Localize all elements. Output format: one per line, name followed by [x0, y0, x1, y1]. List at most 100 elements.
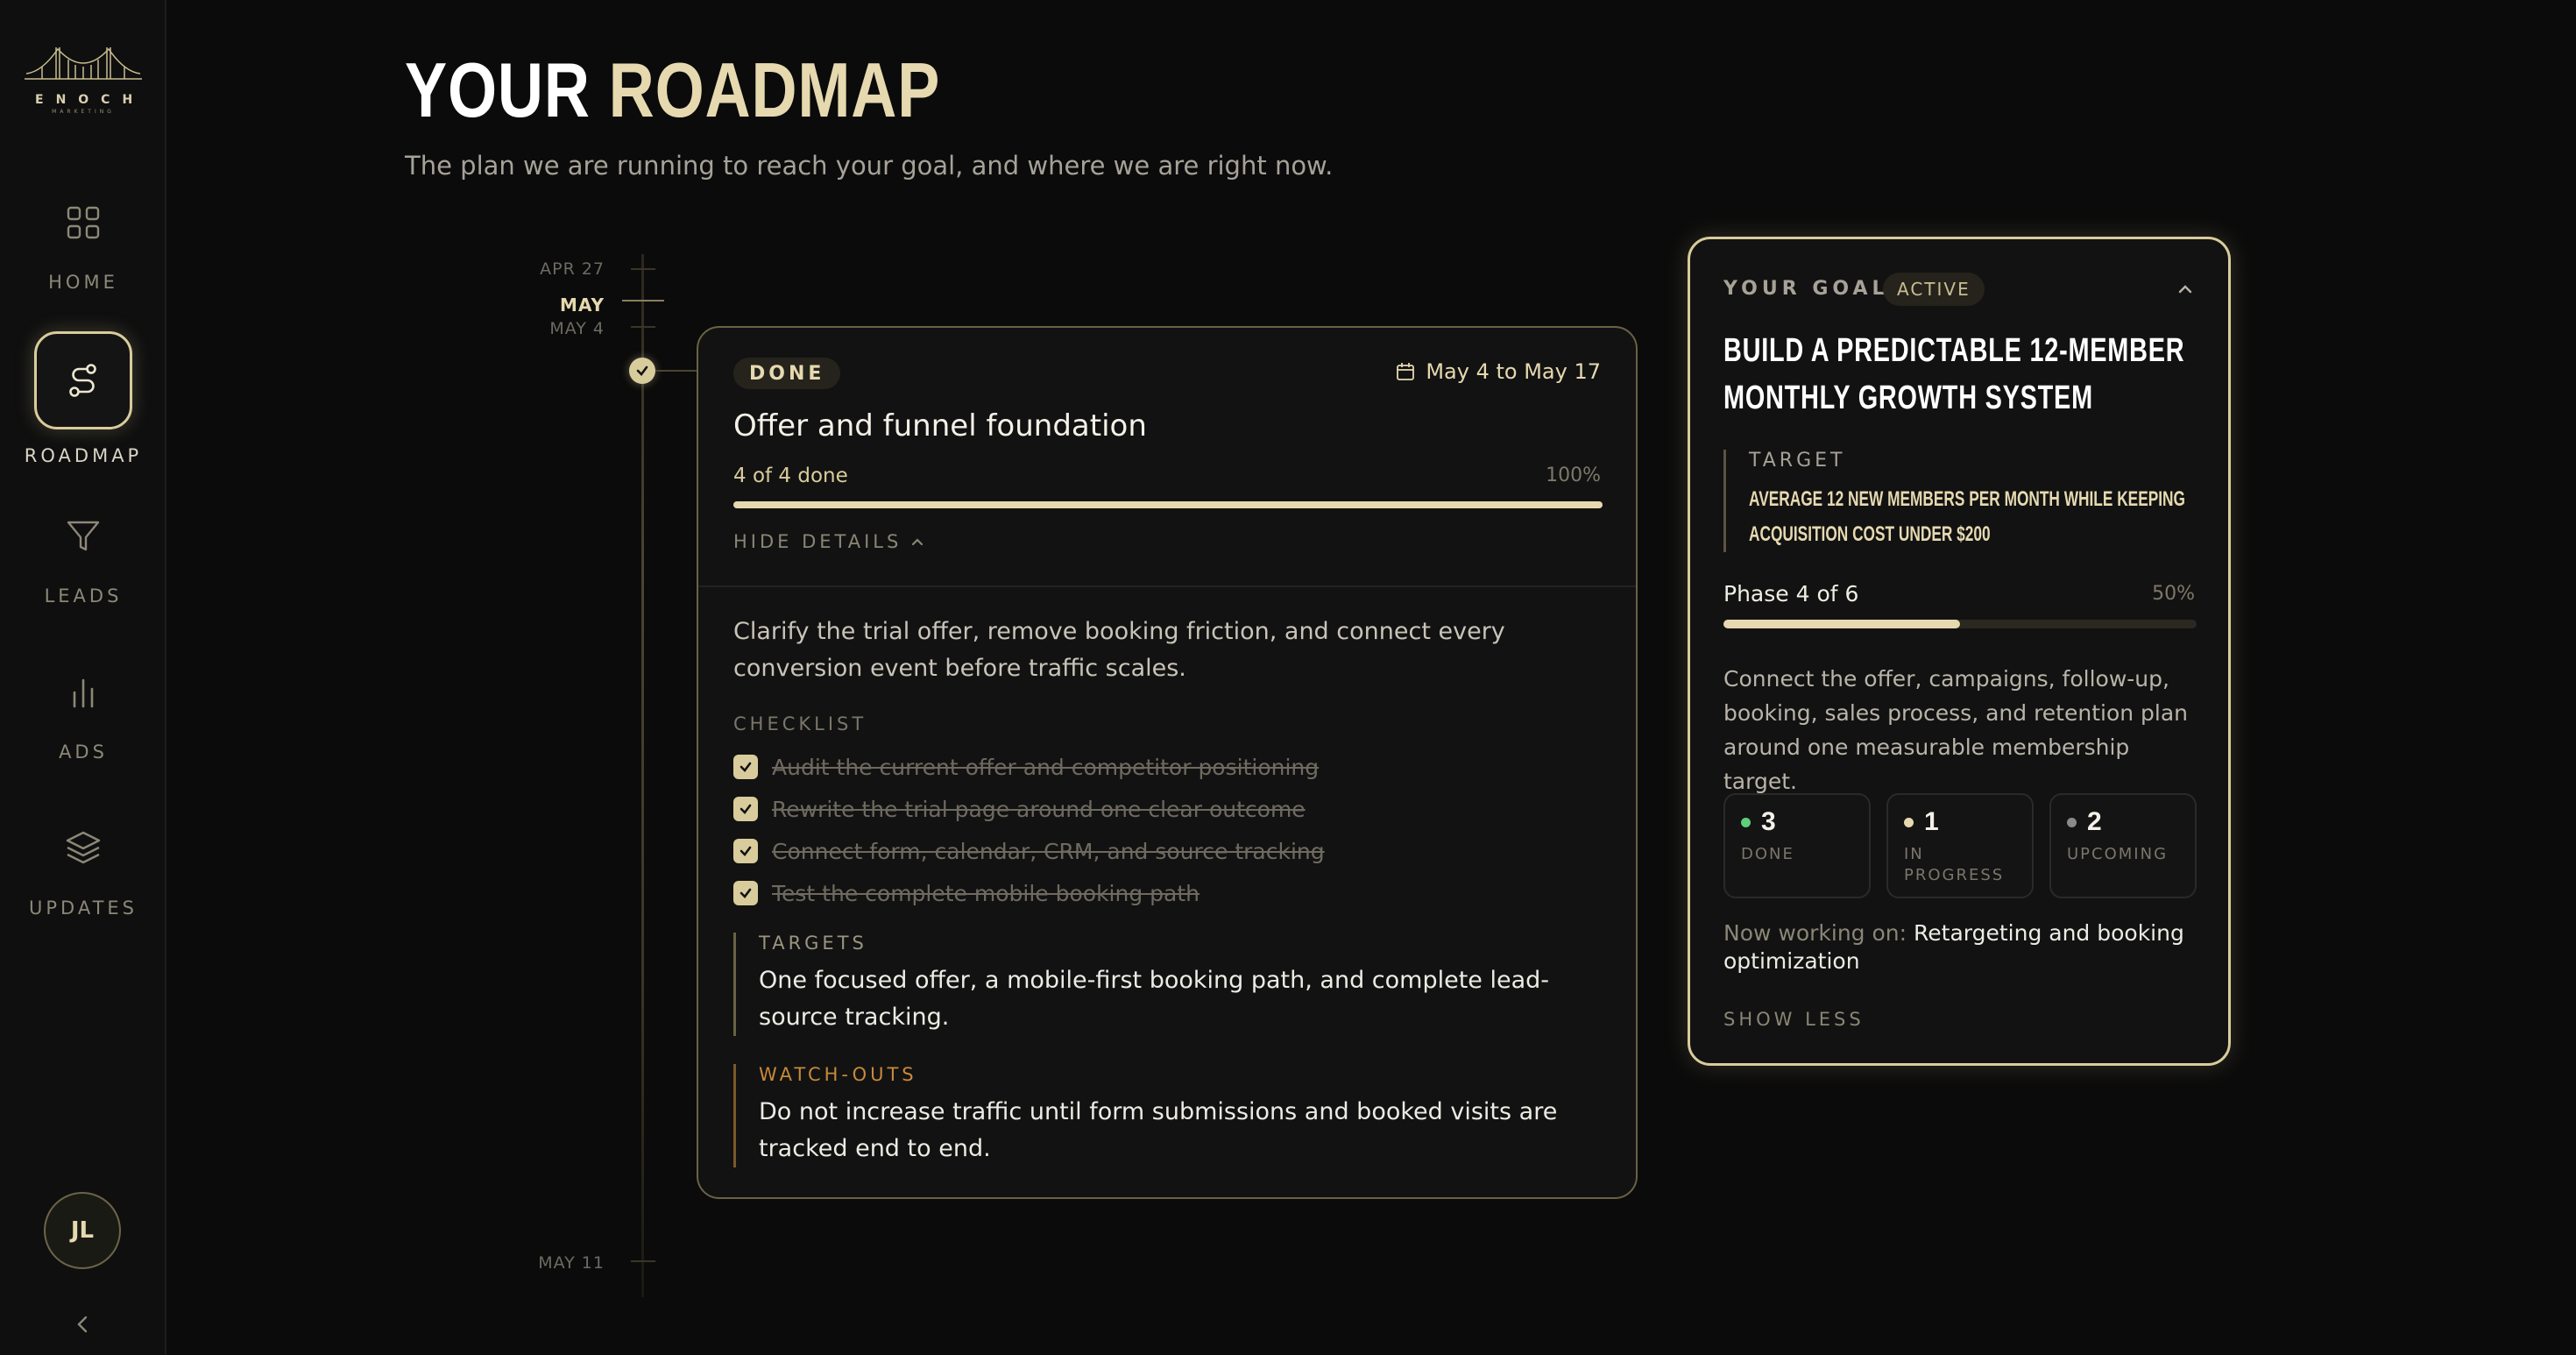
phase-progress-fill	[733, 501, 1603, 508]
stat-upcoming: 2 UPCOMING	[2049, 793, 2197, 898]
goal-progress-bar	[1723, 620, 2197, 628]
checklist-item[interactable]: Test the complete mobile booking path	[733, 880, 1200, 906]
checklist-item-text: Test the complete mobile booking path	[772, 880, 1200, 906]
stat-done: 3 DONE	[1723, 793, 1871, 898]
nav-updates-label: UPDATES	[29, 897, 138, 919]
stat-in-progress-value-row: 1	[1904, 807, 1939, 837]
stat-upcoming-value: 2	[2087, 807, 2102, 836]
phase-progress-percent: 100%	[1546, 465, 1601, 486]
timeline-line	[641, 254, 644, 1297]
chevron-up-icon	[2178, 285, 2192, 294]
goal-target-heading: TARGET	[1749, 450, 1846, 472]
stat-done-value-row: 3	[1741, 807, 1776, 837]
chevron-up-icon	[912, 538, 924, 546]
checkbox-checked-icon[interactable]	[733, 797, 758, 821]
nav-leads-label: LEADS	[44, 585, 123, 607]
phase-description: Clarify the trial offer, remove booking …	[733, 618, 1505, 682]
timeline-label-may11: MAY 11	[538, 1253, 605, 1273]
nav-home-label: HOME	[48, 272, 118, 293]
sidebar: ENOCH MARKETING HOME ROADMAP LEADS ADS U…	[0, 0, 166, 1355]
bridge-logo-icon	[25, 47, 142, 80]
collapse-sidebar-button[interactable]	[70, 1311, 96, 1337]
stat-in-progress: 1 IN PROGRESS	[1886, 793, 2034, 898]
stat-upcoming-value-row: 2	[2067, 807, 2102, 837]
targets-text: One focused offer, a mobile-first bookin…	[759, 967, 1550, 1031]
now-working-on: Now working on: Retargeting and booking …	[1723, 919, 2214, 975]
phase-progress-text: 4 of 4 done	[733, 465, 848, 487]
timeline-tick	[631, 1260, 655, 1262]
goal-card: YOUR GOAL ACTIVE BUILD A PREDICTABLE 12-…	[1688, 237, 2231, 1066]
stat-done-label: DONE	[1741, 845, 1794, 863]
timeline-connector	[655, 370, 697, 372]
goal-progress-fill	[1723, 620, 1960, 628]
bar-chart-icon	[52, 661, 115, 724]
goal-target-text: AVERAGE 12 NEW MEMBERS PER MONTH WHILE K…	[1749, 487, 2185, 546]
goal-collapse-button[interactable]	[2176, 280, 2195, 302]
phase-date-text: May 4 to May 17	[1426, 359, 1601, 384]
nav-ads-label: ADS	[59, 741, 108, 763]
goal-target: TARGET AVERAGE 12 NEW MEMBERS PER MONTH …	[1723, 450, 2197, 552]
watchouts-heading: WATCH-OUTS	[759, 1064, 917, 1085]
goal-phase-text: Phase 4 of 6	[1723, 581, 1859, 607]
checklist-heading: CHECKLIST	[733, 713, 867, 734]
timeline-label-apr27: APR 27	[540, 259, 605, 279]
divider	[698, 585, 1636, 587]
checkbox-checked-icon[interactable]	[733, 755, 758, 779]
nav-home[interactable]: HOME	[0, 191, 166, 331]
avatar[interactable]: JL	[44, 1192, 121, 1269]
status-dot-icon	[2067, 817, 2077, 827]
watchouts-text: Do not increase traffic until form submi…	[759, 1098, 1558, 1162]
phase-progress-bar	[733, 501, 1603, 508]
targets-heading: TARGETS	[759, 933, 867, 954]
checklist-item-text: Audit the current offer and competitor p…	[772, 754, 1320, 780]
nav-roadmap[interactable]: ROADMAP	[0, 331, 166, 482]
goal-description: Connect the offer, campaigns, follow-up,…	[1723, 666, 2189, 794]
checklist-item-text: Connect form, calendar, CRM, and source …	[772, 838, 1325, 864]
checklist-item-text: Rewrite the trial page around one clear …	[772, 796, 1306, 822]
status-dot-icon	[1904, 817, 1914, 827]
watchouts-note: WATCH-OUTS Do not increase traffic until…	[733, 1064, 1610, 1167]
hide-details-toggle[interactable]: HIDE DETAILS	[733, 531, 924, 552]
nav-updates[interactable]: UPDATES	[0, 817, 166, 957]
status-badge: DONE	[733, 358, 841, 389]
phase-title: Offer and funnel foundation	[733, 408, 1147, 443]
stat-upcoming-label: UPCOMING	[2067, 845, 2169, 863]
chevron-left-icon	[77, 1316, 88, 1333]
status-dot-icon	[1741, 817, 1751, 827]
check-icon	[636, 365, 648, 376]
timeline-tick	[631, 268, 655, 270]
timeline-label-may4: MAY 4	[549, 319, 605, 338]
checklist-item[interactable]: Rewrite the trial page around one clear …	[733, 796, 1306, 822]
nav-ads[interactable]: ADS	[0, 661, 166, 801]
timeline-label-may: MAY	[560, 294, 605, 316]
brand-tagline: MARKETING	[52, 109, 115, 115]
goal-title: BUILD A PREDICTABLE 12-MEMBER MONTHLY GR…	[1723, 332, 2185, 416]
stat-done-value: 3	[1761, 807, 1776, 836]
page-title-part1: YOUR	[405, 46, 591, 133]
show-less-button[interactable]: SHOW LESS	[1723, 1009, 1865, 1030]
targets-note: TARGETS One focused offer, a mobile-firs…	[733, 933, 1610, 1036]
checklist-item[interactable]: Audit the current offer and competitor p…	[733, 754, 1319, 780]
page-title: YOUR ROADMAP	[405, 46, 940, 135]
goal-status-badge: ACTIVE	[1883, 273, 1985, 306]
grid-icon	[52, 191, 115, 254]
page-subtitle: The plan we are running to reach your go…	[405, 151, 1334, 181]
hide-details-label: HIDE DETAILS	[733, 531, 902, 552]
nav-leads[interactable]: LEADS	[0, 505, 166, 645]
nav-roadmap-label: ROADMAP	[24, 445, 143, 466]
calendar-icon	[1397, 363, 1415, 380]
brand-logo[interactable]: ENOCH MARKETING	[25, 39, 142, 117]
filter-icon	[52, 505, 115, 568]
checkbox-checked-icon[interactable]	[733, 881, 758, 905]
timeline-tick-major	[622, 300, 664, 302]
checklist-item[interactable]: Connect form, calendar, CRM, and source …	[733, 838, 1325, 864]
goal-label: YOUR GOAL	[1723, 278, 1889, 300]
brand-name: ENOCH	[35, 93, 145, 107]
stat-in-progress-label: IN PROGRESS	[1904, 845, 2005, 884]
timeline-done-marker	[629, 358, 655, 384]
phase-card: DONE May 4 to May 17 Offer and funnel fo…	[697, 326, 1638, 1199]
now-working-label: Now working on:	[1723, 920, 1907, 946]
checkbox-checked-icon[interactable]	[733, 839, 758, 863]
route-icon	[34, 331, 132, 429]
timeline-tick	[631, 326, 655, 328]
